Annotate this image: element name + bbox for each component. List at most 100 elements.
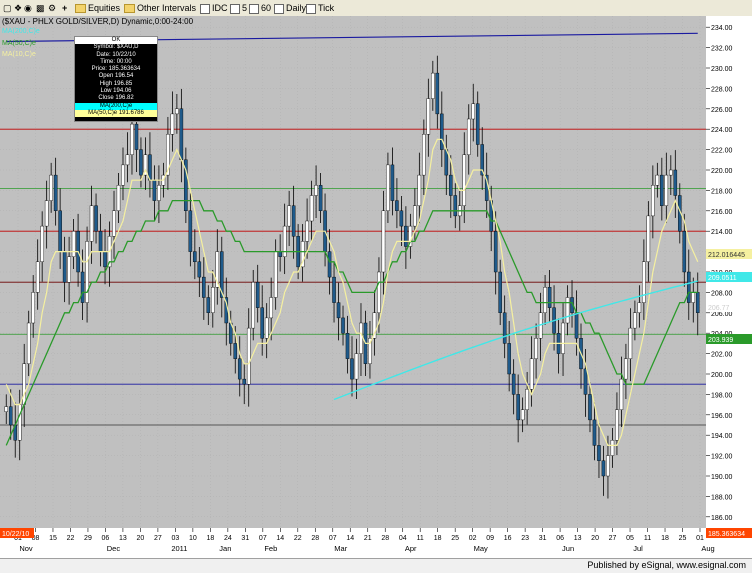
candle-body: [669, 169, 673, 176]
candle-body: [8, 406, 13, 426]
candle-body: [651, 185, 655, 217]
refresh-icon[interactable]: ◉: [24, 2, 32, 14]
tooltip-close: Close 196.82: [98, 95, 134, 102]
interval-daily[interactable]: Daily: [274, 2, 306, 14]
candle-body: [53, 174, 58, 212]
x-tick-label: 27: [609, 535, 617, 542]
y-tick-label: 230.00: [711, 66, 733, 73]
folder-icon: [124, 4, 135, 14]
candle-body: [211, 287, 215, 313]
settings-icon[interactable]: ⚙: [48, 2, 56, 14]
x-tick-label: 16: [504, 535, 512, 542]
interval-icon: [274, 3, 284, 14]
interval-60[interactable]: 60: [249, 2, 271, 14]
candle-body: [637, 302, 642, 314]
candle-body: [26, 322, 31, 364]
month-label: Aug: [701, 544, 714, 553]
candle-body: [242, 378, 247, 385]
candle-body: [85, 241, 89, 303]
interval-tick-label: Tick: [318, 3, 335, 13]
legend-ma50: MA(50,C)e: [2, 40, 36, 47]
candle-body: [175, 108, 179, 115]
chart-menu-icon[interactable]: ▢: [3, 2, 12, 14]
candle-body: [49, 174, 53, 201]
x-tick-label: 31: [241, 535, 249, 542]
candle-body: [67, 256, 71, 283]
candle-body: [336, 302, 341, 319]
interval-idc[interactable]: IDC: [200, 2, 228, 14]
x-tick-label: 18: [206, 535, 214, 542]
toolbar: ▢ ❖ ◉ ▩ ⚙ + Equities Other Intervals IDC…: [0, 0, 752, 17]
candle-body: [502, 312, 507, 344]
y-tick-label: 228.00: [711, 86, 733, 93]
candle-body: [350, 358, 354, 380]
interval-icon: [306, 3, 316, 14]
month-label: Jul: [633, 544, 643, 553]
candle-body: [130, 123, 134, 155]
candle-body: [565, 297, 570, 324]
equities-folder[interactable]: Equities: [75, 2, 120, 14]
candle-body: [507, 343, 511, 375]
y-tick-label: 202.00: [711, 352, 733, 359]
cursor-date-tag: 10/22/10: [0, 528, 34, 538]
other-intervals-folder[interactable]: Other Intervals: [124, 2, 196, 14]
candle-body: [547, 287, 552, 308]
candle-body: [377, 271, 381, 313]
candle-body: [453, 195, 458, 217]
month-label: 2011: [171, 544, 187, 553]
candle-body: [615, 409, 619, 441]
tooltip-ma50: MA(50,C)e 191.6786: [75, 109, 157, 118]
x-tick-label: 18: [661, 535, 669, 542]
x-tick-label: 25: [679, 535, 687, 542]
candle-body: [673, 169, 678, 196]
candle-body: [561, 322, 565, 354]
candle-body: [278, 251, 282, 257]
x-tick-label: 28: [381, 535, 389, 542]
candle-body: [44, 200, 49, 227]
x-tick-label: 10: [189, 535, 197, 542]
tooltip-ok[interactable]: OK: [75, 37, 157, 45]
candle-body: [206, 297, 211, 314]
candle-body: [471, 103, 476, 120]
link-icon[interactable]: ❖: [14, 2, 22, 14]
candle-body: [116, 185, 121, 212]
y-tick-label: 218.00: [711, 188, 733, 195]
candle-body: [121, 164, 125, 186]
lock-icon[interactable]: ▩: [36, 2, 45, 14]
x-tick-label: 18: [434, 535, 442, 542]
candle-body: [305, 220, 309, 242]
data-tooltip: OK Symbol: $XAU,D Date: 10/22/10 Time: 0…: [74, 36, 158, 122]
tooltip-symbol: Symbol: $XAU,D: [93, 44, 139, 51]
value-tag-close: 206.77: [706, 302, 752, 312]
candle-body: [390, 164, 395, 201]
candle-body: [237, 358, 242, 380]
add-icon[interactable]: +: [62, 2, 67, 14]
candle-body: [251, 282, 255, 329]
candle-body: [633, 312, 637, 329]
candle-body: [202, 276, 206, 298]
candle-body: [624, 358, 628, 380]
candle-body: [534, 338, 538, 359]
chart-title: ($XAU - PHLX GOLD/SILVER,D) Dynamic,0:00…: [2, 17, 194, 26]
x-tick-label: 05: [626, 535, 634, 542]
candle-body: [359, 322, 363, 354]
interval-5-label: 5: [242, 3, 248, 13]
month-label: Jun: [562, 544, 574, 553]
month-label: Mar: [334, 544, 347, 553]
candle-body: [610, 440, 615, 456]
interval-5[interactable]: 5: [230, 2, 247, 14]
candle-body: [642, 261, 646, 303]
status-bar: Published by eSignal, www.esignal.com: [0, 558, 752, 573]
candle-body: [318, 185, 323, 212]
x-tick-label: 07: [259, 535, 267, 542]
candle-body: [498, 271, 502, 313]
x-tick-label: 06: [102, 535, 110, 542]
candle-body: [399, 210, 404, 227]
candle-body: [291, 205, 296, 237]
y-tick-label: 200.00: [711, 372, 733, 379]
candle-body: [269, 297, 273, 319]
value-tag-ma50: 203.939: [706, 334, 752, 344]
svg-text:203.939: 203.939: [708, 337, 733, 344]
candle-body: [152, 179, 157, 201]
interval-tick[interactable]: Tick: [306, 2, 334, 14]
